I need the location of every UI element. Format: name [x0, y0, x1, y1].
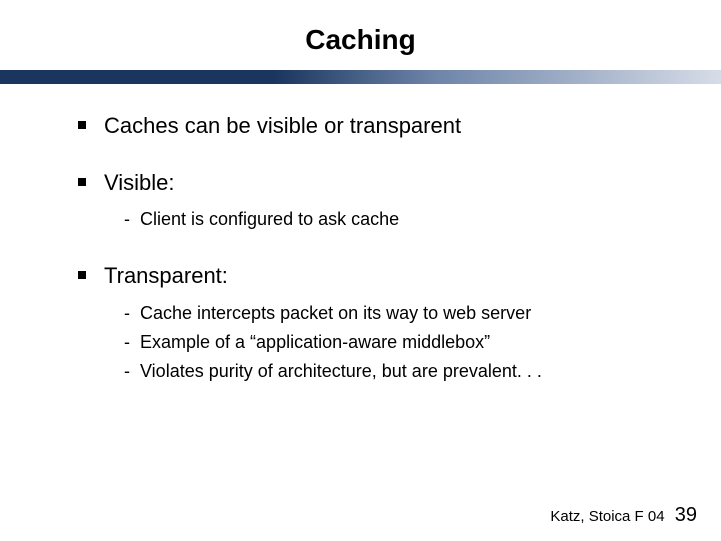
bullet-item: Visible: [78, 169, 661, 198]
slide-content: Caches can be visible or transparent Vis… [0, 84, 721, 385]
sub-item: - Cache intercepts packet on its way to … [124, 301, 661, 326]
square-bullet-icon [78, 178, 86, 186]
bullet-text: Caches can be visible or transparent [104, 112, 461, 141]
square-bullet-icon [78, 121, 86, 129]
sub-item: - Client is configured to ask cache [124, 207, 661, 232]
square-bullet-icon [78, 271, 86, 279]
dash-icon: - [124, 207, 130, 232]
footer-page-number: 39 [675, 504, 697, 526]
bullet-item: Caches can be visible or transparent [78, 112, 661, 141]
bullet-text: Transparent: [104, 262, 228, 291]
bullet-text: Visible: [104, 169, 175, 198]
divider-bar [0, 70, 721, 84]
sub-text: Client is configured to ask cache [140, 207, 399, 232]
sub-text: Example of a “application-aware middlebo… [140, 330, 490, 355]
footer-author: Katz, Stoica F 04 [550, 508, 664, 525]
slide-title: Caching [0, 0, 721, 70]
sub-list: - Client is configured to ask cache [124, 207, 661, 232]
sub-item: - Example of a “application-aware middle… [124, 330, 661, 355]
bullet-item: Transparent: [78, 262, 661, 291]
sub-item: - Violates purity of architecture, but a… [124, 359, 661, 384]
sub-text: Cache intercepts packet on its way to we… [140, 301, 531, 326]
slide: Caching Caches can be visible or transpa… [0, 0, 721, 541]
dash-icon: - [124, 359, 130, 384]
dash-icon: - [124, 301, 130, 326]
sub-text: Violates purity of architecture, but are… [140, 359, 542, 384]
dash-icon: - [124, 330, 130, 355]
slide-footer: Katz, Stoica F 04 39 [550, 504, 697, 527]
sub-list: - Cache intercepts packet on its way to … [124, 301, 661, 385]
